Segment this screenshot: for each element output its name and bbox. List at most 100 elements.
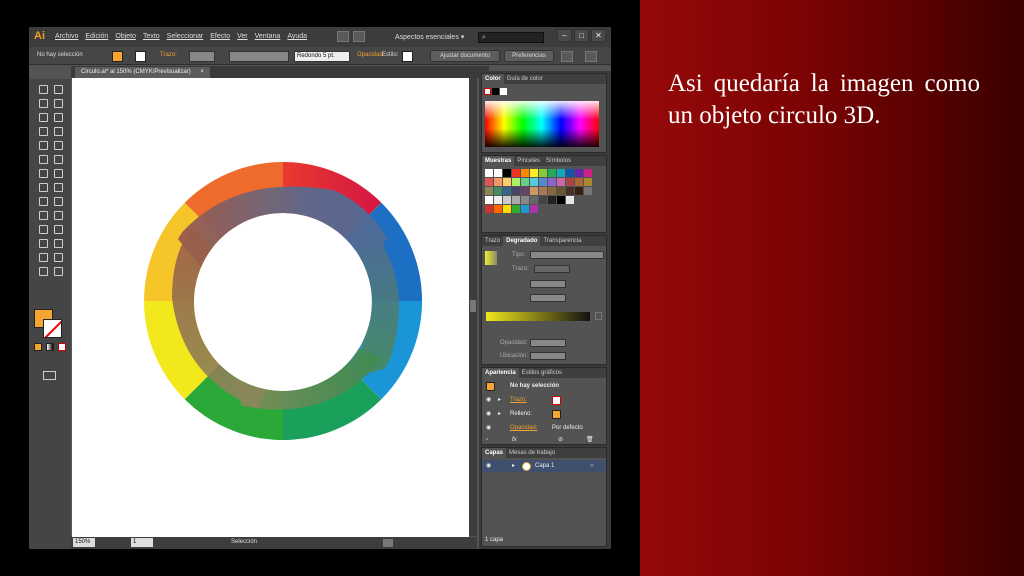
rotate-tool-icon[interactable]: [37, 167, 48, 178]
workspace-switcher[interactable]: Aspectos esenciales ▾: [395, 33, 464, 41]
tab-apariencia[interactable]: Apariencia: [482, 368, 519, 378]
visibility-eye-icon[interactable]: ◉: [486, 422, 491, 434]
lasso-tool-icon[interactable]: [52, 97, 63, 108]
menu-edicion[interactable]: Edición: [85, 33, 108, 40]
menu-archivo[interactable]: Archivo: [55, 33, 78, 40]
none-mode-button[interactable]: [58, 343, 66, 351]
opacidad-label[interactable]: Opacidad: [357, 52, 383, 58]
menu-texto[interactable]: Texto: [143, 33, 160, 40]
width-tool-icon[interactable]: [37, 181, 48, 192]
search-input[interactable]: ⌕: [478, 32, 544, 43]
tab-muestras[interactable]: Muestras: [482, 156, 515, 166]
ajustar-documento-button[interactable]: Ajustar documento: [430, 50, 500, 62]
aspect-field[interactable]: [530, 294, 566, 302]
fill-swatch[interactable]: [112, 51, 123, 62]
ellipse-tool-icon[interactable]: [52, 125, 63, 136]
minimize-button[interactable]: –: [557, 29, 572, 42]
delete-stop-icon[interactable]: [595, 312, 602, 320]
hand-tool-icon[interactable]: [37, 265, 48, 276]
pencil-tool-icon[interactable]: [52, 139, 63, 150]
trazo-label[interactable]: Trazo:: [160, 52, 177, 58]
variable-width-field[interactable]: [229, 51, 289, 62]
panel-menu-icon[interactable]: [585, 51, 597, 62]
artboard-tool-icon[interactable]: [37, 251, 48, 262]
column-graph-tool-icon[interactable]: [52, 237, 63, 248]
tab-capas[interactable]: Capas: [482, 448, 507, 458]
paintbrush-tool-icon[interactable]: [37, 139, 48, 150]
stroke-color-box[interactable]: [43, 319, 62, 338]
gradient-mode-button[interactable]: [46, 343, 54, 351]
magic-wand-tool-icon[interactable]: [37, 97, 48, 108]
color-spectrum[interactable]: [485, 101, 599, 147]
style-swatch[interactable]: [402, 51, 413, 62]
gradient-thumbnail[interactable]: [485, 251, 497, 265]
new-stroke-icon[interactable]: ▫: [486, 434, 488, 446]
brush-dropdown[interactable]: Redondo 5 pt.: [294, 51, 350, 62]
tab-transparencia[interactable]: Transparencia: [540, 236, 584, 246]
bridge-icon[interactable]: [337, 31, 349, 42]
perspective-grid-tool-icon[interactable]: [52, 195, 63, 206]
appearance-opacity-label[interactable]: Opacidad:: [510, 422, 537, 434]
zoom-field[interactable]: 150%: [73, 538, 95, 547]
layer-row[interactable]: ◉ ▸ Capa 1 ○: [482, 460, 606, 472]
visibility-eye-icon[interactable]: ◉: [486, 408, 491, 420]
white-color-chip[interactable]: [500, 88, 507, 95]
black-color-chip[interactable]: [492, 88, 499, 95]
visibility-eye-icon[interactable]: ◉: [486, 394, 491, 406]
appearance-fill-label[interactable]: Relleno:: [510, 408, 532, 420]
tab-simbolos[interactable]: Símbolos: [543, 156, 574, 166]
direct-selection-tool-icon[interactable]: [52, 83, 63, 94]
appearance-stroke-swatch[interactable]: [552, 396, 561, 405]
appearance-stroke-label[interactable]: Trazo:: [510, 394, 527, 406]
menu-objeto[interactable]: Objeto: [115, 33, 136, 40]
menu-seleccionar[interactable]: Seleccionar: [167, 33, 204, 40]
screen-mode-icon[interactable]: [43, 371, 56, 380]
type-tool-icon[interactable]: [52, 111, 63, 122]
free-transform-tool-icon[interactable]: [52, 181, 63, 192]
horizontal-scroll-thumb[interactable]: [383, 539, 393, 547]
tab-pinceles[interactable]: Pinceles: [514, 156, 543, 166]
slice-tool-icon[interactable]: [52, 251, 63, 262]
circle-3d-artwork[interactable]: [72, 78, 469, 538]
selection-tool-icon[interactable]: [37, 83, 48, 94]
artboard-number-field[interactable]: 1: [131, 538, 153, 547]
swatch-grid[interactable]: [485, 169, 600, 221]
blend-tool-icon[interactable]: [52, 223, 63, 234]
arrange-icon[interactable]: [561, 51, 573, 62]
layer-expand-icon[interactable]: ▸: [512, 460, 515, 472]
appearance-row-stroke[interactable]: ◉ ▸ Trazo:: [482, 394, 606, 406]
gradient-stroke-options[interactable]: [534, 265, 570, 273]
mesh-tool-icon[interactable]: [37, 209, 48, 220]
tab-degradado[interactable]: Degradado: [503, 236, 541, 246]
close-button[interactable]: ✕: [591, 29, 606, 42]
vertical-scrollbar[interactable]: [469, 78, 477, 536]
artboard[interactable]: [72, 78, 469, 538]
status-text[interactable]: Selección: [231, 539, 257, 545]
menu-ventana[interactable]: Ventana: [255, 33, 281, 40]
canvas-area[interactable]: [71, 78, 469, 538]
trash-icon[interactable]: 🗑: [586, 434, 594, 446]
tipo-dropdown[interactable]: [530, 251, 604, 259]
tab-color[interactable]: Color: [482, 74, 504, 84]
angle-field[interactable]: [530, 280, 566, 288]
tab-guia-color[interactable]: Guía de color: [504, 74, 546, 84]
close-tab-icon[interactable]: ×: [200, 69, 204, 75]
document-tab[interactable]: Circulo.ai* al 150% (CMYK/Previsualizar)…: [75, 67, 210, 78]
tab-mesas-trabajo[interactable]: Mesas de trabajo: [506, 448, 558, 458]
vertical-scroll-thumb[interactable]: [470, 300, 476, 312]
appearance-fill-swatch[interactable]: [552, 410, 561, 419]
preferencias-button[interactable]: Preferencias: [504, 50, 554, 62]
arrange-documents-icon[interactable]: [353, 31, 365, 42]
expand-arrow-icon[interactable]: ▸: [498, 394, 501, 406]
maximize-button[interactable]: □: [574, 29, 589, 42]
symbol-sprayer-tool-icon[interactable]: [37, 237, 48, 248]
menu-ayuda[interactable]: Ayuda: [287, 33, 307, 40]
layer-name[interactable]: Capa 1: [535, 460, 554, 472]
gradient-slider[interactable]: [486, 312, 590, 321]
color-mode-button[interactable]: [34, 343, 42, 351]
line-tool-icon[interactable]: [37, 125, 48, 136]
gradient-opacity-field[interactable]: [530, 339, 566, 347]
eraser-tool-icon[interactable]: [52, 153, 63, 164]
stroke-swatch[interactable]: [135, 51, 146, 62]
layer-visibility-icon[interactable]: ◉: [486, 460, 491, 472]
